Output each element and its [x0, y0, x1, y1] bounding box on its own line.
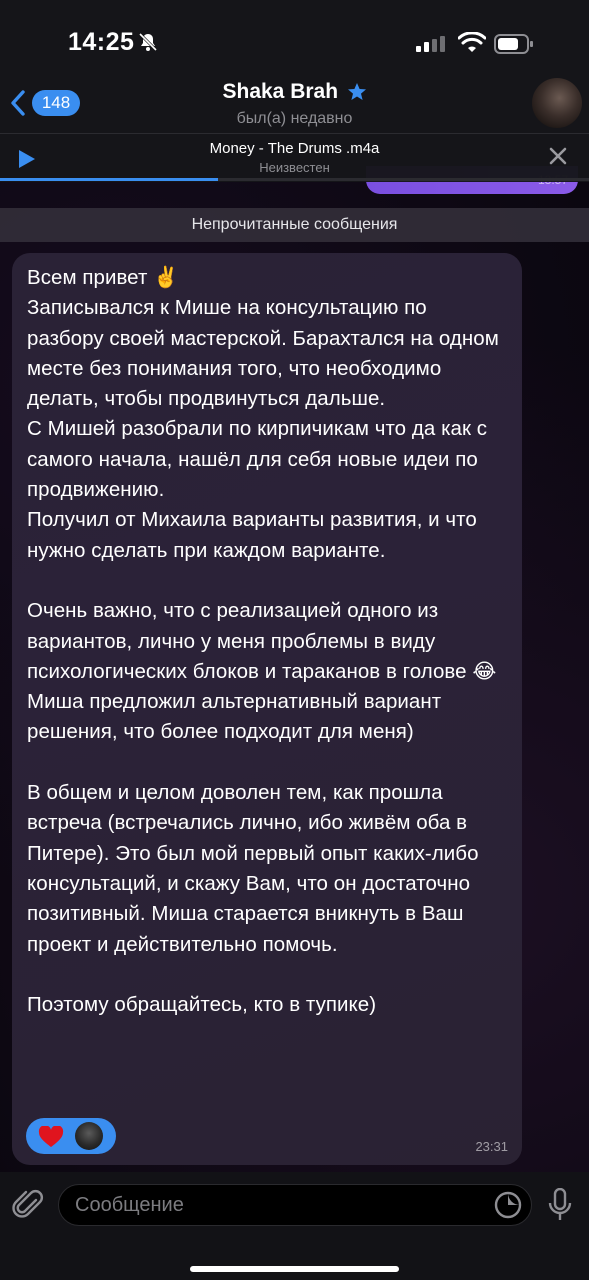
contact-avatar[interactable]: [532, 78, 582, 128]
message-text: Всем привет ✌️ Записывался к Мише на кон…: [27, 266, 499, 1017]
audio-player-bar[interactable]: Money - The Drums .m4a Неизвестен: [0, 133, 589, 183]
message-input[interactable]: [58, 1184, 532, 1226]
close-icon[interactable]: [548, 146, 568, 166]
chat-title: Shaka Brah: [222, 80, 339, 103]
track-title: Money - The Drums .m4a: [209, 140, 380, 157]
battery-icon: [494, 34, 533, 54]
incoming-message-bubble[interactable]: Всем привет ✌️ Записывался к Мише на кон…: [12, 253, 522, 1165]
sticker-icon[interactable]: [494, 1191, 522, 1219]
wifi-icon: [458, 32, 486, 52]
unread-messages-separator: Непрочитанные сообщения: [0, 208, 589, 242]
reaction-chip[interactable]: [26, 1118, 116, 1154]
bell-muted-icon: [138, 32, 158, 52]
heart-icon: [38, 1126, 64, 1147]
status-time: 14:25: [68, 28, 135, 56]
unread-count-badge: 148: [32, 90, 80, 116]
chat-header: 14:25 148 Shaka Brah был(а) недавно Mone…: [0, 0, 589, 182]
chat-title-area[interactable]: Shaka Brah был(а) недавно: [150, 80, 439, 128]
home-indicator: [190, 1266, 399, 1272]
chevron-left-icon: [11, 90, 25, 116]
message-time: 23:31: [475, 1139, 508, 1154]
back-button[interactable]: 148: [10, 88, 80, 118]
microphone-icon[interactable]: [548, 1188, 572, 1222]
signal-icon: [416, 36, 445, 52]
status-bar: 14:25: [0, 0, 589, 80]
premium-star-icon: [347, 83, 366, 100]
reactor-avatar: [75, 1122, 103, 1150]
paperclip-icon[interactable]: [12, 1186, 44, 1222]
player-progress-track: [0, 178, 589, 181]
track-artist: Неизвестен: [259, 160, 330, 175]
last-seen-status: был(а) недавно: [236, 110, 353, 127]
player-progress-fill: [0, 178, 218, 181]
message-composer: [0, 1172, 589, 1280]
play-icon[interactable]: [18, 149, 36, 169]
